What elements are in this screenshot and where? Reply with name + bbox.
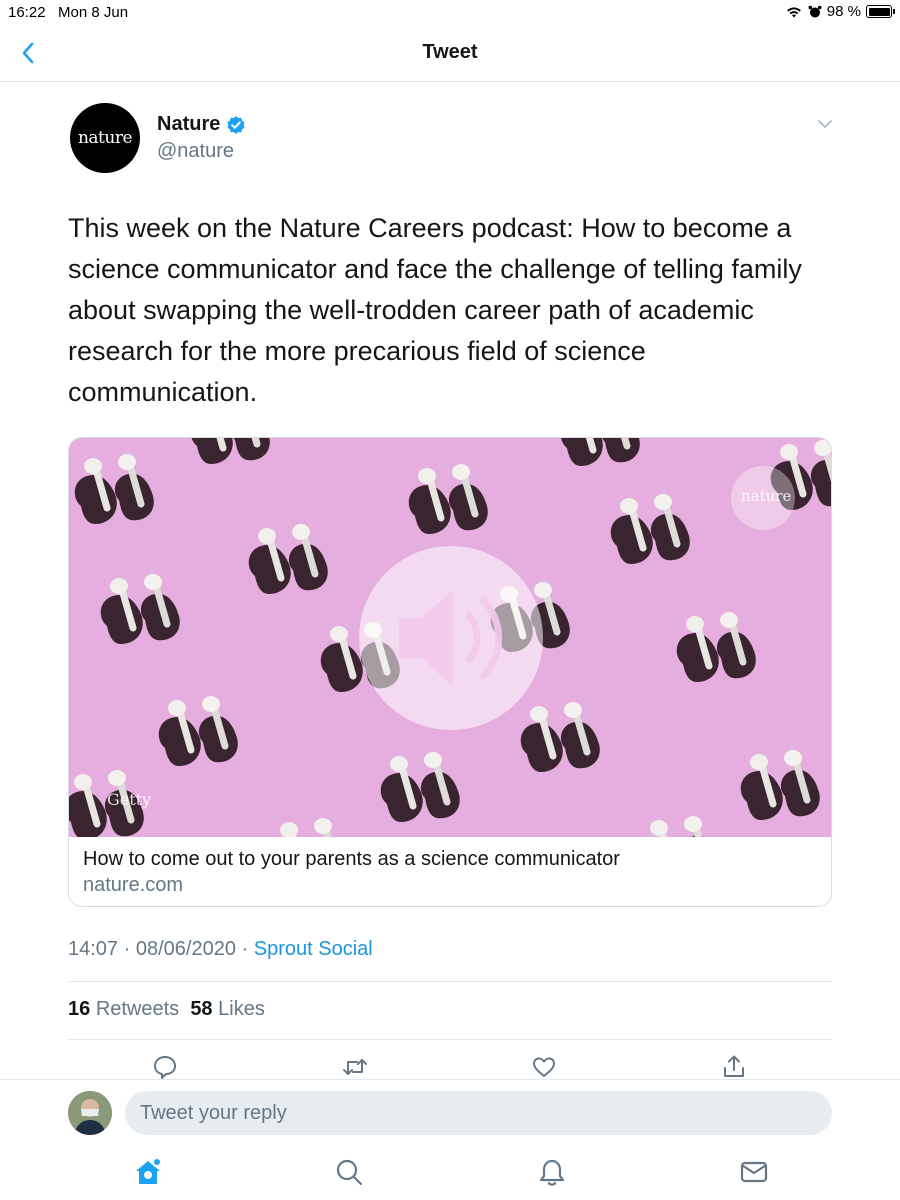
retweet-icon bbox=[343, 1059, 367, 1075]
retweets-count: 16 bbox=[68, 998, 91, 1020]
verified-badge-icon bbox=[227, 115, 245, 134]
reply-input[interactable]: Tweet your reply bbox=[125, 1091, 832, 1135]
reply-placeholder: Tweet your reply bbox=[140, 1101, 287, 1124]
like-button[interactable] bbox=[530, 1054, 558, 1080]
author-name[interactable]: Nature bbox=[157, 113, 246, 136]
user-avatar[interactable] bbox=[68, 1091, 112, 1135]
status-date: Mon 8 Jun bbox=[58, 4, 129, 21]
status-time: 16:22 bbox=[8, 4, 46, 21]
card-image: nature Getty bbox=[69, 438, 832, 837]
meta-separator: · bbox=[241, 938, 249, 960]
author-name-text: Nature bbox=[157, 113, 221, 135]
reply-button[interactable] bbox=[151, 1054, 179, 1080]
likes-stat[interactable]: 58 Likes bbox=[190, 998, 265, 1020]
status-bar: 16:22 Mon 8 Jun 98 % bbox=[0, 0, 900, 26]
card-text-area: How to come out to your parents as a sci… bbox=[69, 837, 831, 906]
tweet-actions bbox=[68, 1052, 832, 1080]
divider bbox=[68, 1039, 832, 1040]
meta-separator: · bbox=[123, 938, 131, 960]
tweet-time: 14:07 bbox=[68, 938, 119, 960]
author-avatar[interactable]: nature bbox=[70, 103, 140, 173]
tweet-menu-button[interactable] bbox=[815, 117, 835, 131]
chevron-down-icon bbox=[818, 120, 832, 128]
user-photo bbox=[68, 1091, 112, 1135]
tweet-stats: 16 Retweets 58 Likes bbox=[68, 998, 265, 1021]
likes-label: Likes bbox=[218, 998, 265, 1020]
messages-icon bbox=[740, 1161, 768, 1183]
retweets-label: Retweets bbox=[95, 998, 180, 1020]
tab-home[interactable] bbox=[133, 1157, 163, 1187]
reply-icon bbox=[154, 1056, 176, 1079]
image-credit: Getty bbox=[107, 790, 152, 809]
tweet-date: 08/06/2020 bbox=[135, 938, 236, 960]
retweets-stat[interactable]: 16 Retweets bbox=[68, 998, 179, 1020]
tweet-source-link[interactable]: Sprout Social bbox=[254, 938, 373, 960]
avatar-logo-text: nature bbox=[77, 128, 133, 148]
tweet-text: This week on the Nature Careers podcast:… bbox=[68, 213, 802, 407]
tab-notifications[interactable] bbox=[537, 1157, 567, 1187]
like-icon bbox=[533, 1057, 555, 1077]
home-icon bbox=[136, 1159, 160, 1184]
tab-messages[interactable] bbox=[739, 1157, 769, 1187]
divider bbox=[68, 981, 832, 982]
author-handle[interactable]: @nature bbox=[157, 140, 234, 163]
airpods-pattern-illustration bbox=[69, 438, 832, 837]
tweet-timestamp: 14:07 · 08/06/2020 · Sprout Social bbox=[68, 938, 373, 961]
card-title: How to come out to your parents as a sci… bbox=[83, 848, 620, 870]
search-icon bbox=[336, 1159, 363, 1186]
image-watermark: nature bbox=[741, 487, 792, 505]
alarm-icon bbox=[808, 5, 822, 17]
link-card[interactable]: nature Getty How to come out to your par… bbox=[68, 437, 832, 907]
battery-percentage: 98 % bbox=[826, 3, 861, 20]
retweet-button[interactable] bbox=[341, 1054, 369, 1080]
share-icon bbox=[724, 1055, 744, 1077]
reply-bar: Tweet your reply bbox=[0, 1079, 900, 1145]
card-domain: nature.com bbox=[83, 874, 184, 896]
likes-count: 58 bbox=[190, 998, 213, 1020]
wifi-icon bbox=[786, 6, 801, 17]
page-title: Tweet bbox=[422, 41, 478, 63]
tab-search[interactable] bbox=[334, 1157, 364, 1187]
notifications-icon bbox=[539, 1159, 565, 1186]
nav-header: Tweet bbox=[0, 26, 900, 82]
tab-bar bbox=[0, 1145, 900, 1200]
share-button[interactable] bbox=[720, 1054, 748, 1080]
battery-icon bbox=[866, 5, 895, 18]
status-indicators: 98 % bbox=[785, 3, 895, 20]
